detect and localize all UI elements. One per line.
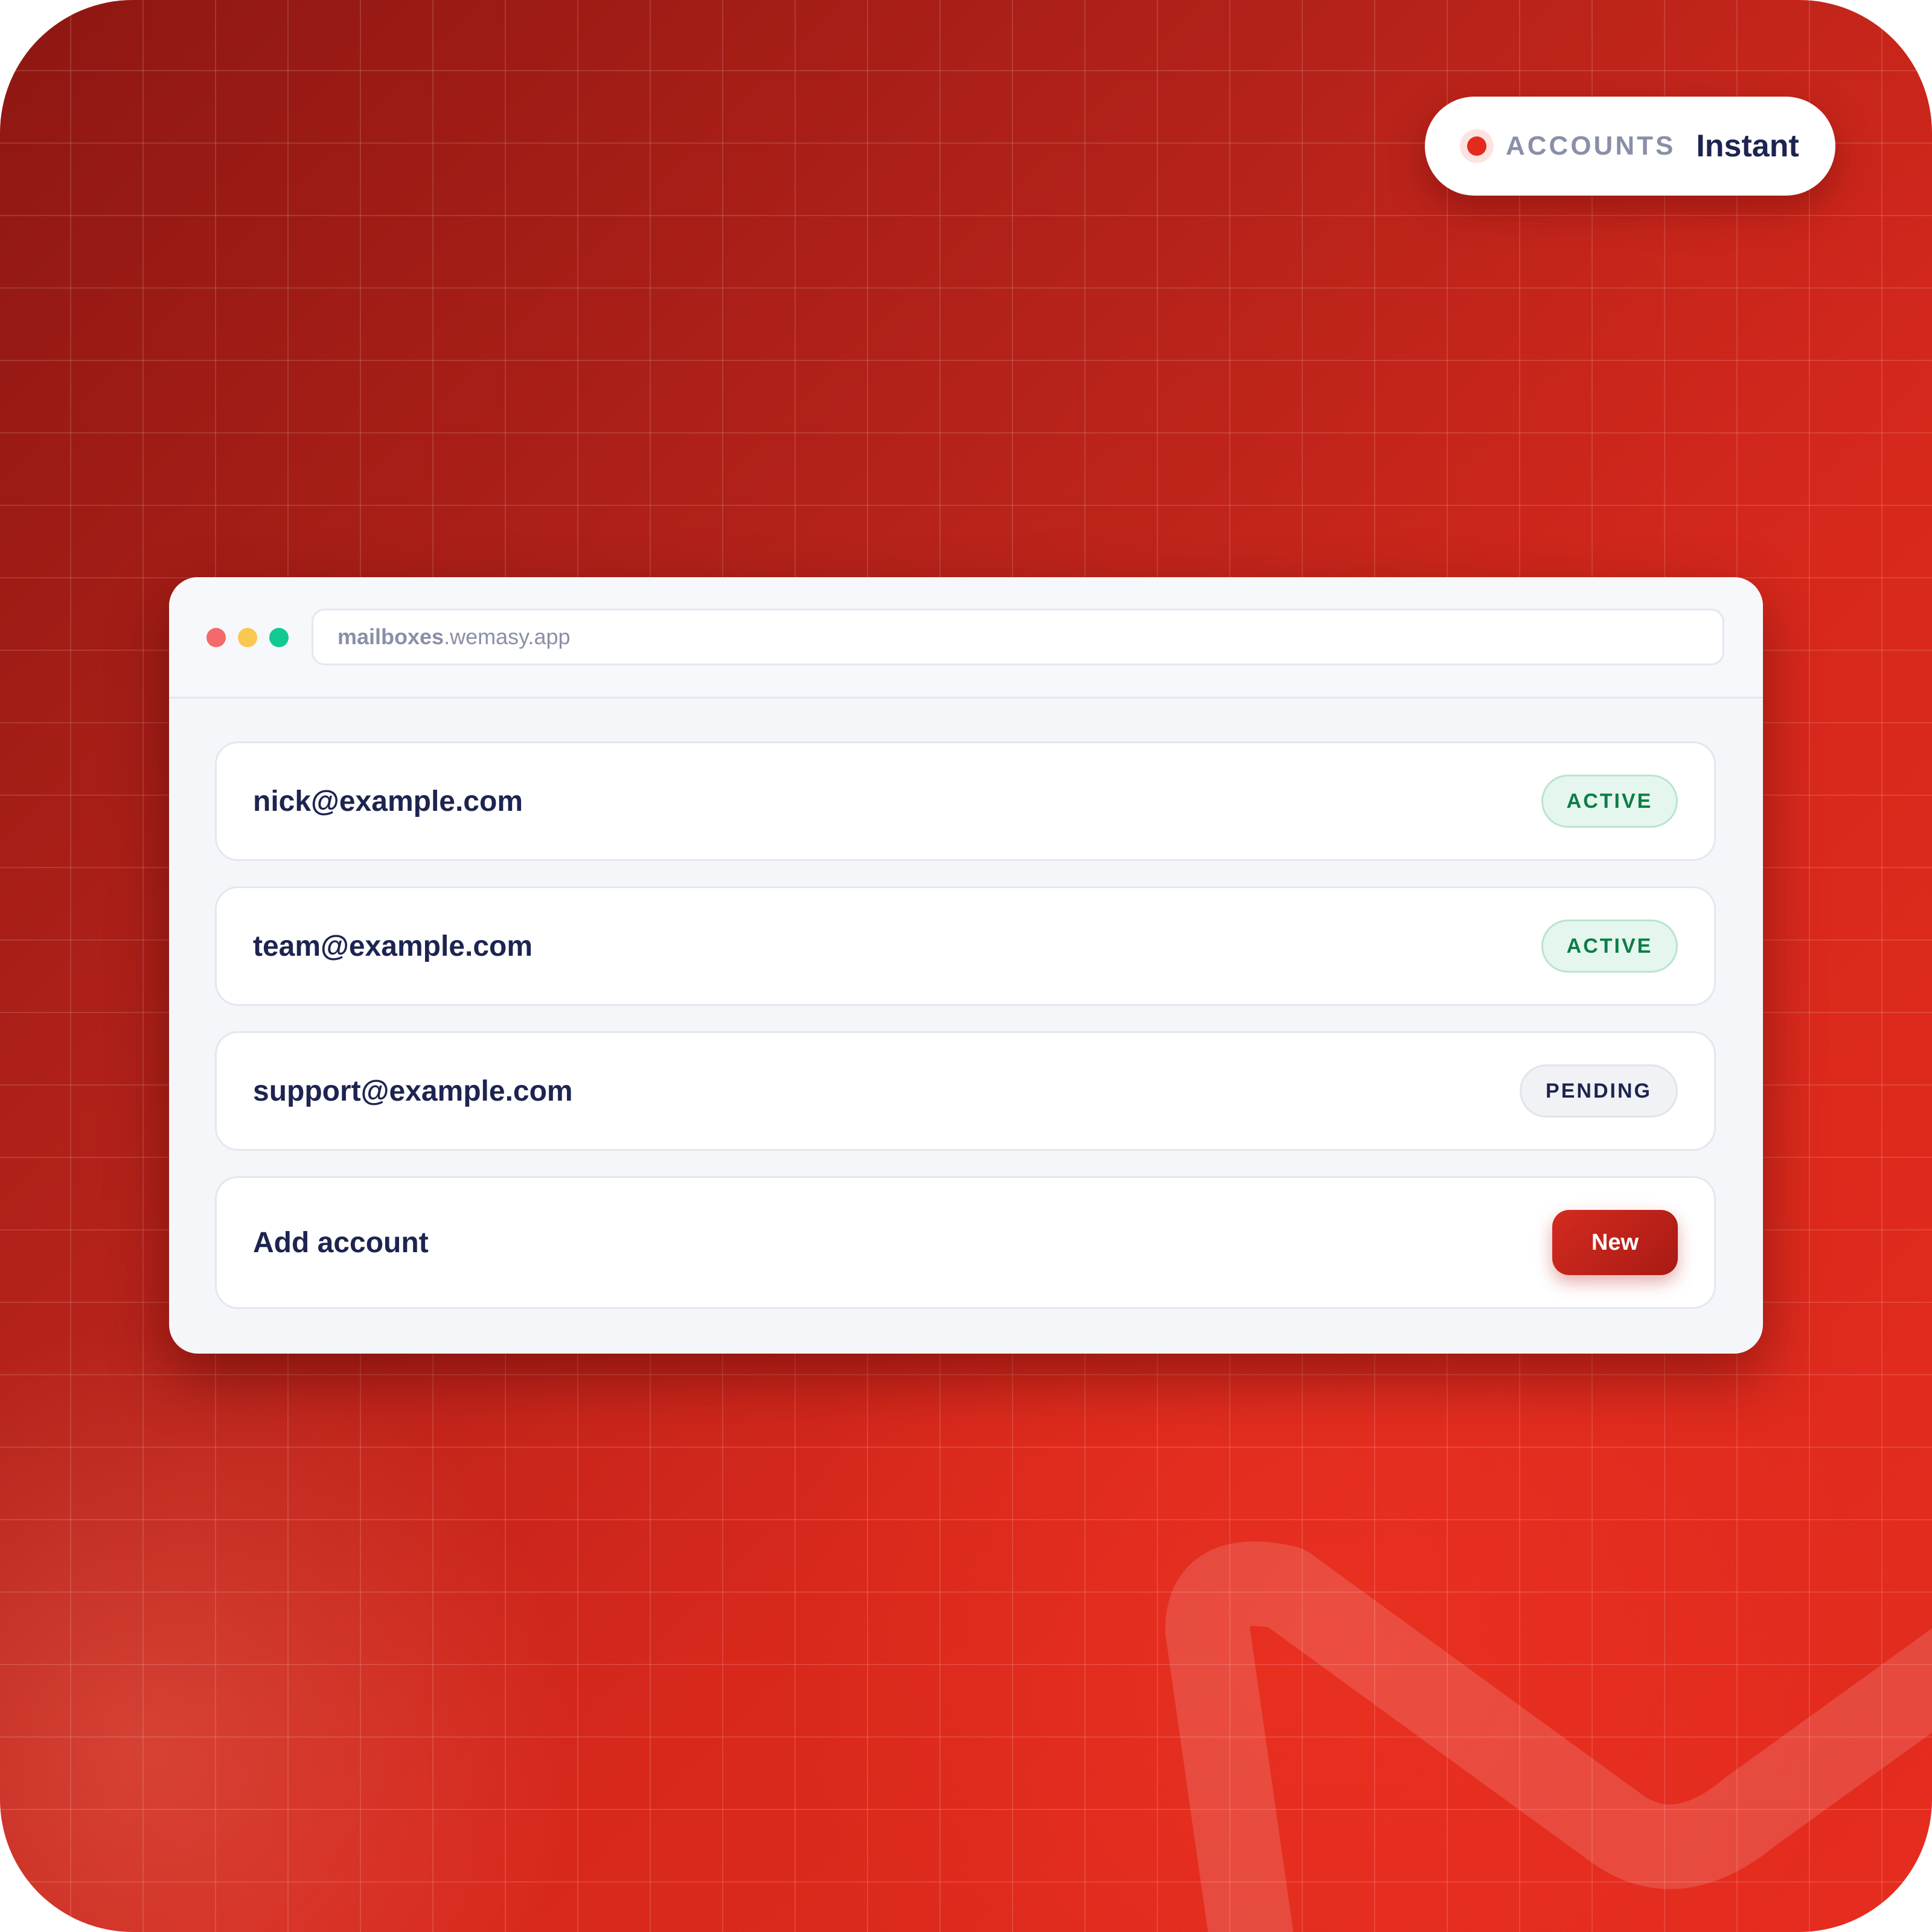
accounts-status-badge: ACCOUNTS Instant: [1425, 97, 1835, 196]
status-badge-active: ACTIVE: [1541, 775, 1678, 828]
status-dot-icon: [1460, 129, 1494, 163]
badge-label: ACCOUNTS: [1506, 131, 1676, 161]
add-account-row: Add account New: [215, 1176, 1716, 1309]
close-dot-icon[interactable]: [206, 628, 226, 647]
window-titlebar: mailboxes .wemasy.app: [169, 577, 1763, 699]
status-badge-active: ACTIVE: [1541, 920, 1678, 973]
new-account-button[interactable]: New: [1552, 1210, 1678, 1275]
status-badge-pending: PENDING: [1520, 1064, 1678, 1118]
url-host: mailboxes: [337, 624, 444, 649]
account-email: support@example.com: [253, 1075, 573, 1107]
background-canvas: ACCOUNTS Instant mailboxes .wemasy.app ni…: [0, 0, 1932, 1932]
add-account-label: Add account: [253, 1226, 429, 1259]
minimize-dot-icon[interactable]: [238, 628, 257, 647]
account-row[interactable]: support@example.com PENDING: [215, 1031, 1716, 1151]
status-dot-inner: [1467, 136, 1486, 156]
account-email: team@example.com: [253, 930, 533, 962]
url-domain: .wemasy.app: [444, 624, 571, 649]
account-row[interactable]: nick@example.com ACTIVE: [215, 741, 1716, 861]
badge-value: Instant: [1696, 129, 1799, 164]
address-bar[interactable]: mailboxes .wemasy.app: [312, 609, 1724, 665]
account-email: nick@example.com: [253, 785, 523, 817]
maximize-dot-icon[interactable]: [269, 628, 289, 647]
account-row[interactable]: team@example.com ACTIVE: [215, 886, 1716, 1006]
browser-window: mailboxes .wemasy.app nick@example.com AC…: [169, 577, 1763, 1354]
